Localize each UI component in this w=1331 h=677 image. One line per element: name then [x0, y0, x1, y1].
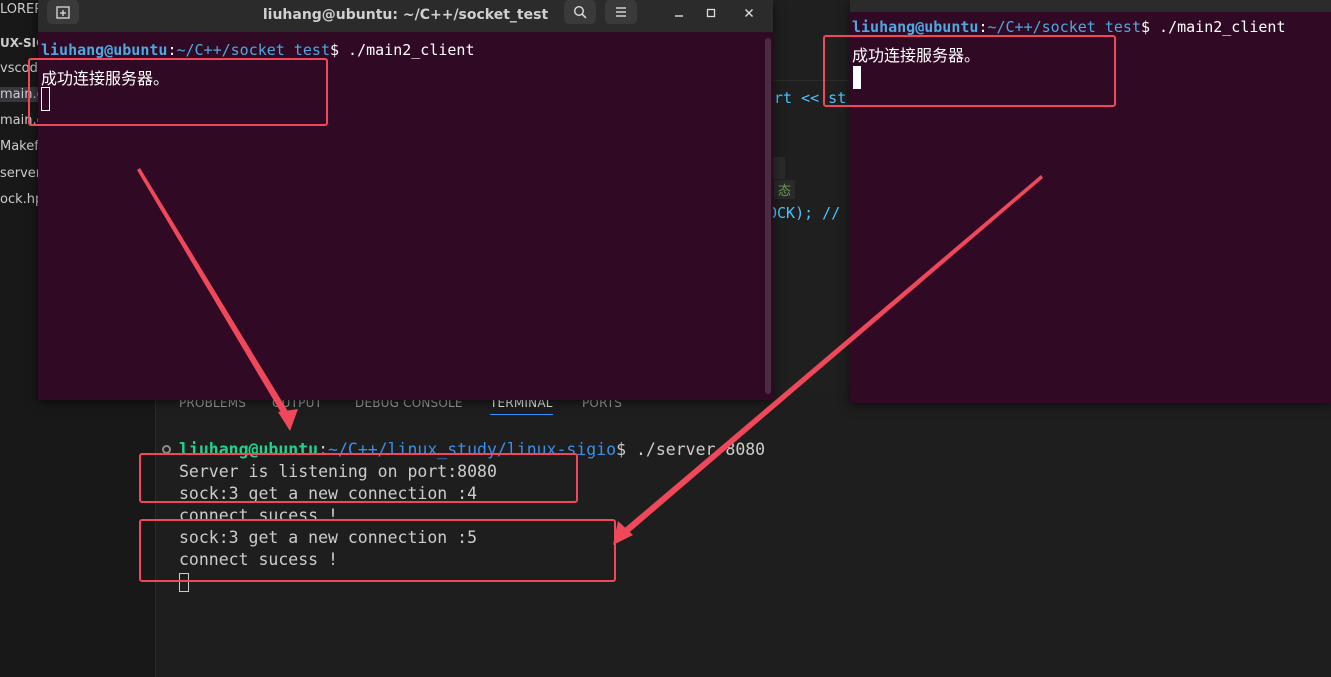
annotation-box-client2: [823, 35, 1116, 107]
prompt-user: liuhang@ubuntu: [852, 18, 979, 36]
prompt-command: $ ./main2_client: [330, 41, 475, 59]
prompt-path: ~/C++/socket_test: [987, 18, 1141, 36]
search-icon[interactable]: [564, 0, 596, 24]
annotation-box-connection4: [139, 453, 578, 503]
file-item[interactable]: ock.hp: [0, 192, 43, 207]
code-fragment-comment: 态: [774, 180, 796, 199]
arrow-head-2: [613, 521, 633, 545]
terminal-prompt: liuhang@ubuntu:~/C++/socket_test$ ./main…: [41, 41, 475, 59]
prompt-command: $ ./main2_client: [1141, 18, 1286, 36]
code-fragment-sock: OCK); //: [768, 204, 841, 222]
terminal-scrollbar[interactable]: [765, 38, 771, 394]
maximize-icon[interactable]: [705, 3, 717, 23]
file-item[interactable]: Makefi: [0, 139, 42, 154]
terminal-titlebar[interactable]: liuhang@ubuntu: ~/C++/socket_test: [38, 0, 773, 32]
minimize-icon[interactable]: [673, 3, 685, 23]
annotation-box-connection5: [139, 519, 616, 582]
hamburger-menu-icon[interactable]: [605, 0, 637, 24]
terminal-titlebar[interactable]: [850, 0, 1331, 12]
annotation-box-client1: [28, 58, 328, 126]
prompt-user: liuhang@ubuntu: [41, 41, 168, 59]
window-title: liuhang@ubuntu: ~/C++/socket_test: [262, 7, 549, 23]
terminal-prompt: liuhang@ubuntu:~/C++/socket_test$ ./main…: [852, 18, 1286, 36]
prompt-path: ~/C++/socket_test: [176, 41, 330, 59]
explorer-header: LORER: [0, 2, 44, 17]
code-highlight: [773, 157, 785, 179]
file-item[interactable]: server: [0, 166, 41, 181]
close-icon[interactable]: [743, 3, 755, 23]
prompt-command: $ ./server 8080: [616, 440, 766, 459]
